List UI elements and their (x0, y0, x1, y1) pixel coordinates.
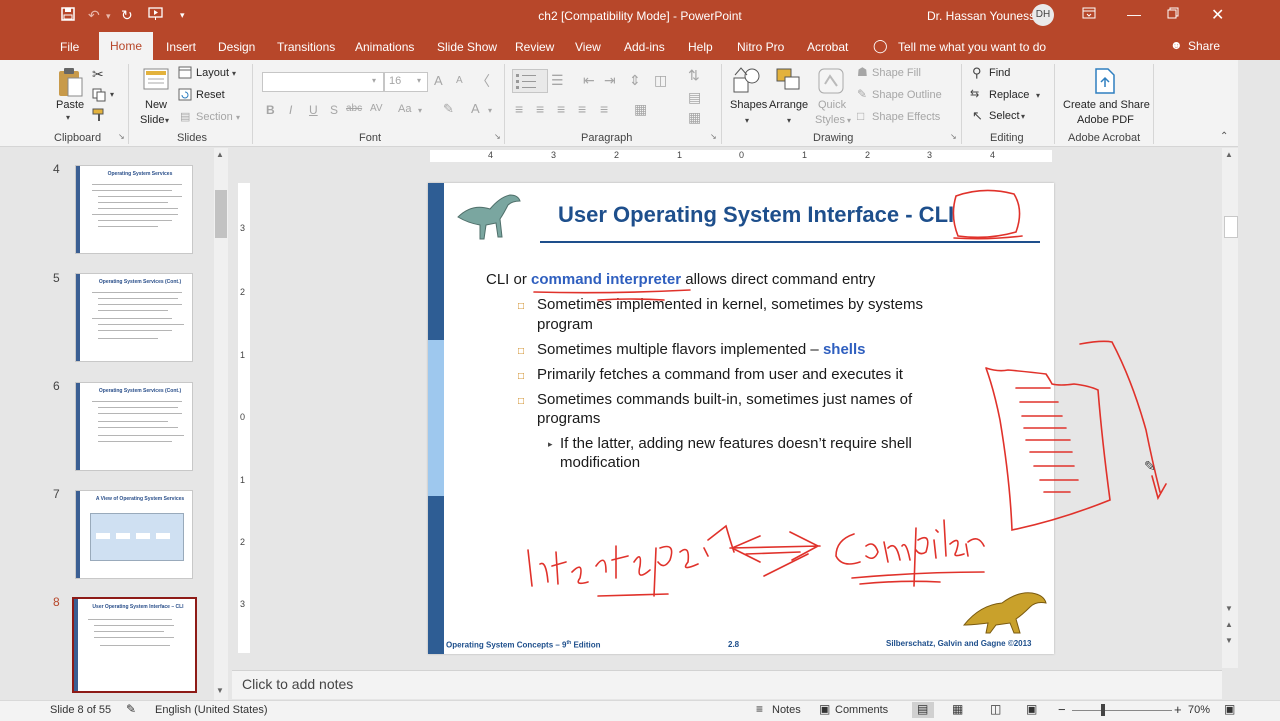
slide-show-icon[interactable]: ▣ (1026, 702, 1037, 716)
notes-icon[interactable]: ≡ (756, 702, 763, 716)
command-interpreter-ink-underline (533, 289, 691, 294)
slide-scroll-thumb[interactable] (1224, 216, 1238, 238)
notes-pane[interactable] (232, 670, 1222, 699)
notes-placeholder[interactable]: Click to add notes (242, 676, 353, 692)
double-arrow (729, 531, 821, 577)
next-slide-icon[interactable]: ▼ (1225, 636, 1233, 645)
comments-button[interactable]: Comments (835, 704, 888, 716)
zoom-slider-track[interactable] (1072, 710, 1172, 711)
language-status[interactable]: English (United States) (155, 704, 268, 716)
zoom-slider-thumb[interactable] (1101, 704, 1105, 716)
ink-annotations-layer (527, 189, 1167, 597)
fit-slide-icon[interactable]: ▣ (1224, 702, 1235, 716)
cli-ink-circle (952, 189, 1021, 239)
zoom-in-icon[interactable]: + (1174, 702, 1182, 717)
zoom-out-icon[interactable]: − (1058, 702, 1066, 717)
slide-sorter-icon[interactable]: ▦ (952, 702, 963, 716)
comments-icon[interactable]: ▣ (819, 702, 830, 716)
normal-view-icon: ▤ (917, 702, 929, 716)
sketch-lines (1015, 387, 1079, 493)
command-interpreter-ink-underline-2 (597, 298, 665, 301)
slide-scroll-down-icon[interactable]: ▼ (1225, 604, 1233, 613)
spell-check-icon[interactable]: ✎ (126, 702, 136, 716)
notes-button[interactable]: Notes (772, 704, 801, 716)
reading-view-icon[interactable]: ◫ (990, 702, 1001, 716)
document-sketch (985, 367, 1111, 531)
compiler-underline (851, 571, 985, 585)
interpreter-handwriting (527, 524, 735, 597)
zoom-level[interactable]: 70% (1188, 704, 1210, 716)
interpreter-underline (597, 593, 669, 597)
slide-scroll-up-icon[interactable]: ▲ (1225, 150, 1233, 159)
pen-cursor-icon: ✎ (1144, 458, 1156, 474)
previous-slide-icon[interactable]: ▲ (1225, 620, 1233, 629)
compiler-handwriting (835, 519, 985, 587)
slide-count-status: Slide 8 of 55 (50, 704, 112, 716)
